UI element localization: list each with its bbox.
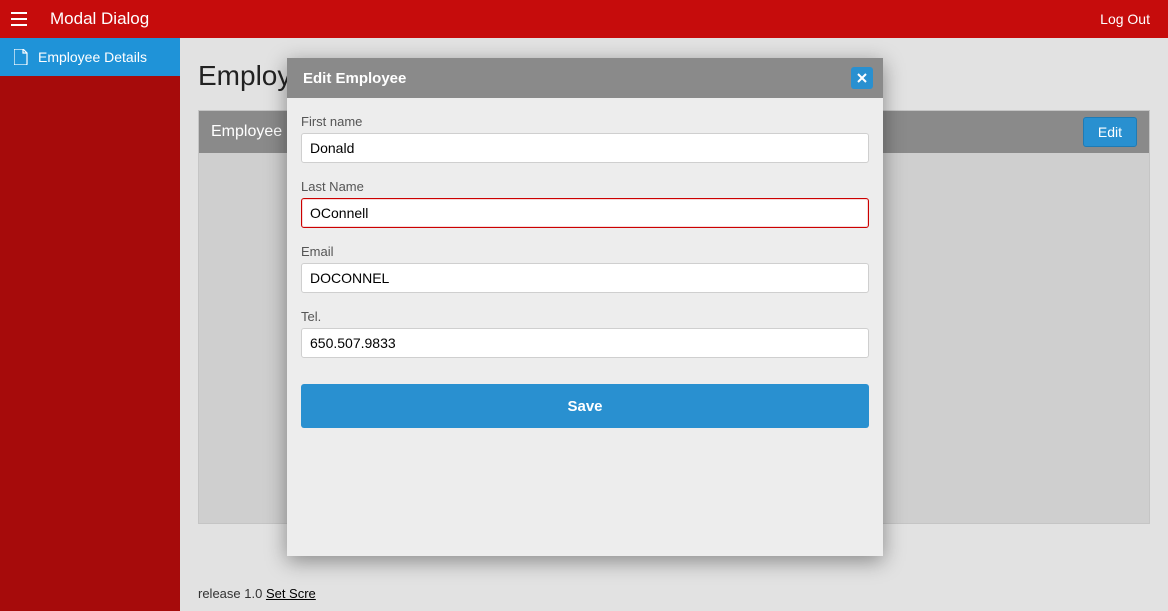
email-label: Email bbox=[301, 244, 869, 259]
modal-close-button[interactable] bbox=[851, 67, 873, 89]
last-name-row: Last Name bbox=[301, 179, 869, 228]
email-input[interactable] bbox=[301, 263, 869, 293]
first-name-label: First name bbox=[301, 114, 869, 129]
last-name-label: Last Name bbox=[301, 179, 869, 194]
email-row: Email bbox=[301, 244, 869, 293]
tel-input[interactable] bbox=[301, 328, 869, 358]
modal-header: Edit Employee bbox=[287, 58, 883, 98]
modal-title: Edit Employee bbox=[303, 70, 406, 87]
close-icon bbox=[857, 73, 867, 83]
hamburger-icon bbox=[11, 12, 27, 26]
first-name-input[interactable] bbox=[301, 133, 869, 163]
footer: release 1.0 Set Scre bbox=[198, 586, 316, 601]
last-name-input[interactable] bbox=[301, 198, 869, 228]
save-button[interactable]: Save bbox=[301, 384, 869, 428]
tel-row: Tel. bbox=[301, 309, 869, 358]
logout-link[interactable]: Log Out bbox=[1082, 11, 1168, 27]
edit-employee-modal: Edit Employee First name Last Name Email… bbox=[287, 58, 883, 556]
hamburger-menu-button[interactable] bbox=[0, 0, 38, 38]
first-name-row: First name bbox=[301, 114, 869, 163]
document-icon bbox=[14, 49, 28, 65]
sidebar-item-label: Employee Details bbox=[38, 49, 147, 65]
app-title: Modal Dialog bbox=[50, 9, 149, 29]
panel-title: Employee bbox=[211, 123, 282, 141]
sidebar: Employee Details bbox=[0, 38, 180, 611]
set-screen-link[interactable]: Set Scre bbox=[266, 586, 316, 601]
top-bar: Modal Dialog Log Out bbox=[0, 0, 1168, 38]
sidebar-item-employee-details[interactable]: Employee Details bbox=[0, 38, 180, 76]
tel-label: Tel. bbox=[301, 309, 869, 324]
release-text: release 1.0 bbox=[198, 586, 266, 601]
modal-body: First name Last Name Email Tel. Save bbox=[287, 98, 883, 556]
edit-button[interactable]: Edit bbox=[1083, 117, 1137, 147]
